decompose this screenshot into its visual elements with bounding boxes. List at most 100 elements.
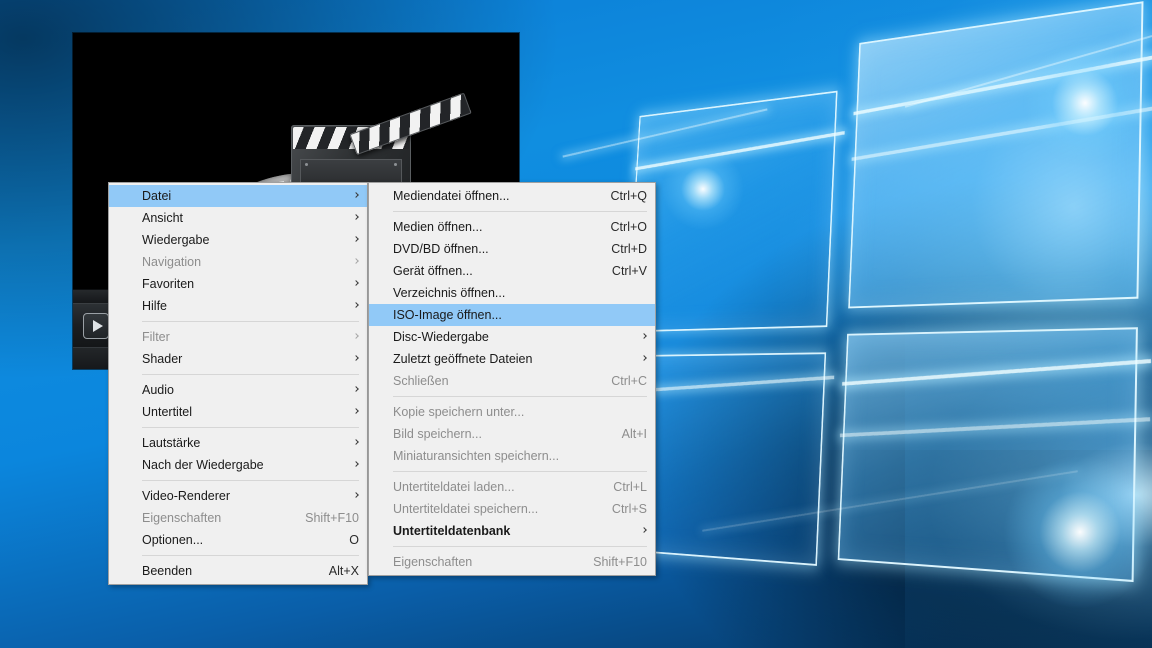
menu-item-shader[interactable]: Shader <box>109 348 367 370</box>
menu-separator <box>142 480 359 481</box>
light-flare-top-right <box>1020 38 1150 168</box>
menu-item-shortcut: Shift+F10 <box>571 555 647 569</box>
menu-item-shortcut: Ctrl+C <box>589 374 647 388</box>
menu-item-label: Datei <box>142 189 171 203</box>
chevron-right-icon <box>353 236 359 242</box>
menu-item-video-renderer[interactable]: Video-Renderer <box>109 485 367 507</box>
menu-item-wiedergabe[interactable]: Wiedergabe <box>109 229 367 251</box>
menu-separator <box>393 211 647 212</box>
menu-item-eigenschaften: Eigenschaften Shift+F10 <box>109 507 367 529</box>
menu-item-label: Kopie speichern unter... <box>393 405 524 419</box>
menu-item-mediendatei-oeffnen[interactable]: Mediendatei öffnen...Ctrl+Q <box>369 185 655 207</box>
menu-item-label: Untertitel <box>142 405 192 419</box>
menu-item-shortcut: Ctrl+V <box>590 264 647 278</box>
chevron-right-icon <box>353 439 359 445</box>
menu-item-untertiteldatei-laden: Untertiteldatei laden... Ctrl+L <box>369 476 655 498</box>
menu-item-label: Nach der Wiedergabe <box>142 458 264 472</box>
menu-separator <box>142 321 359 322</box>
menu-item-label: Miniaturansichten speichern... <box>393 449 559 463</box>
light-flare-center <box>660 146 746 232</box>
menu-item-untertitel[interactable]: Untertitel <box>109 401 367 423</box>
chevron-right-icon <box>353 302 359 308</box>
menu-item-bild-speichern: Bild speichern...Alt+I <box>369 423 655 445</box>
menu-item-label: Medien öffnen... <box>393 220 482 234</box>
chevron-right-icon <box>353 355 359 361</box>
chevron-right-icon <box>353 492 359 498</box>
menu-item-filter: Filter <box>109 326 367 348</box>
menu-item-audio[interactable]: Audio <box>109 379 367 401</box>
menu-item-medien-oeffnen[interactable]: Medien öffnen... Ctrl+O <box>369 216 655 238</box>
menu-item-shortcut: O <box>327 533 359 547</box>
menu-item-lautstaerke[interactable]: Lautstärke <box>109 432 367 454</box>
menu-item-nach-der-wiedergabe[interactable]: Nach der Wiedergabe <box>109 454 367 476</box>
menu-item-untertiteldatei-speichern: Untertiteldatei speichern...Ctrl+S <box>369 498 655 520</box>
menu-item-label: Shader <box>142 352 182 366</box>
menu-item-ansicht[interactable]: Ansicht <box>109 207 367 229</box>
menu-item-kopie-speichern-unter: Kopie speichern unter... <box>369 401 655 423</box>
menu-item-shortcut: Ctrl+O <box>589 220 647 234</box>
menu-item-label: Disc-Wiedergabe <box>393 330 489 344</box>
menu-item-label: Navigation <box>142 255 201 269</box>
datei-submenu[interactable]: Mediendatei öffnen...Ctrl+Q Medien öffnen… <box>368 182 656 576</box>
menu-item-zuletzt-geoeffnete-dateien[interactable]: Zuletzt geöffnete Dateien <box>369 348 655 370</box>
menu-item-label: ISO-Image öffnen... <box>393 308 502 322</box>
menu-item-miniaturansichten-speichern: Miniaturansichten speichern... <box>369 445 655 467</box>
menu-separator <box>393 471 647 472</box>
menu-item-disc-wiedergabe[interactable]: Disc-Wiedergabe <box>369 326 655 348</box>
menu-item-dvd-bd-oeffnen[interactable]: DVD/BD öffnen... Ctrl+D <box>369 238 655 260</box>
menu-item-shortcut: Ctrl+Q <box>589 189 647 203</box>
menu-separator <box>142 427 359 428</box>
chevron-right-icon <box>353 461 359 467</box>
main-context-menu[interactable]: Datei Ansicht Wiedergabe Navigation Favorite… <box>108 182 368 585</box>
menu-item-label: Eigenschaften <box>142 511 221 525</box>
chevron-right-icon <box>641 333 647 339</box>
menu-item-label: Gerät öffnen... <box>393 264 473 278</box>
menu-item-label: Eigenschaften <box>393 555 472 569</box>
menu-item-hilfe[interactable]: Hilfe <box>109 295 367 317</box>
chevron-right-icon <box>641 527 647 533</box>
chevron-right-icon <box>641 355 647 361</box>
menu-item-verzeichnis-oeffnen[interactable]: Verzeichnis öffnen... <box>369 282 655 304</box>
menu-item-favoriten[interactable]: Favoriten <box>109 273 367 295</box>
menu-item-label: DVD/BD öffnen... <box>393 242 489 256</box>
menu-item-shortcut: Shift+F10 <box>283 511 359 525</box>
chevron-right-icon <box>353 386 359 392</box>
menu-item-label: Audio <box>142 383 174 397</box>
chevron-right-icon <box>353 192 359 198</box>
menu-item-label: Verzeichnis öffnen... <box>393 286 505 300</box>
menu-item-shortcut: Ctrl+D <box>589 242 647 256</box>
menu-item-label: Wiedergabe <box>142 233 209 247</box>
chevron-right-icon <box>353 258 359 264</box>
menu-item-label: Bild speichern... <box>393 427 482 441</box>
menu-item-label: Beenden <box>142 564 192 578</box>
menu-item-navigation: Navigation <box>109 251 367 273</box>
menu-item-label: Hilfe <box>142 299 167 313</box>
menu-item-label: Optionen... <box>142 533 203 547</box>
menu-item-label: Ansicht <box>142 211 183 225</box>
menu-item-label: Untertiteldatenbank <box>393 524 510 538</box>
menu-item-label: Favoriten <box>142 277 194 291</box>
menu-item-label: Filter <box>142 330 170 344</box>
menu-separator <box>393 546 647 547</box>
menu-item-label: Video-Renderer <box>142 489 230 503</box>
menu-item-shortcut: Ctrl+S <box>590 502 647 516</box>
menu-item-schliessen: Schließen Ctrl+C <box>369 370 655 392</box>
menu-item-iso-image-oeffnen[interactable]: ISO-Image öffnen... <box>369 304 655 326</box>
menu-item-optionen[interactable]: Optionen... O <box>109 529 367 551</box>
menu-item-beenden[interactable]: Beenden Alt+X <box>109 560 367 582</box>
chevron-right-icon <box>353 333 359 339</box>
menu-item-shortcut: Ctrl+L <box>591 480 647 494</box>
menu-separator <box>142 555 359 556</box>
menu-separator <box>393 396 647 397</box>
menu-item-shortcut: Alt+X <box>307 564 359 578</box>
menu-item-untertiteldatenbank[interactable]: Untertiteldatenbank <box>369 520 655 542</box>
menu-item-eigenschaften: Eigenschaften Shift+F10 <box>369 551 655 573</box>
play-icon[interactable] <box>83 313 109 339</box>
menu-item-label: Schließen <box>393 374 449 388</box>
light-flare-bottom-right <box>1000 452 1152 612</box>
chevron-right-icon <box>353 280 359 286</box>
menu-item-datei[interactable]: Datei <box>109 185 367 207</box>
menu-item-label: Zuletzt geöffnete Dateien <box>393 352 532 366</box>
menu-item-geraet-oeffnen[interactable]: Gerät öffnen... Ctrl+V <box>369 260 655 282</box>
menu-item-label: Untertiteldatei laden... <box>393 480 515 494</box>
